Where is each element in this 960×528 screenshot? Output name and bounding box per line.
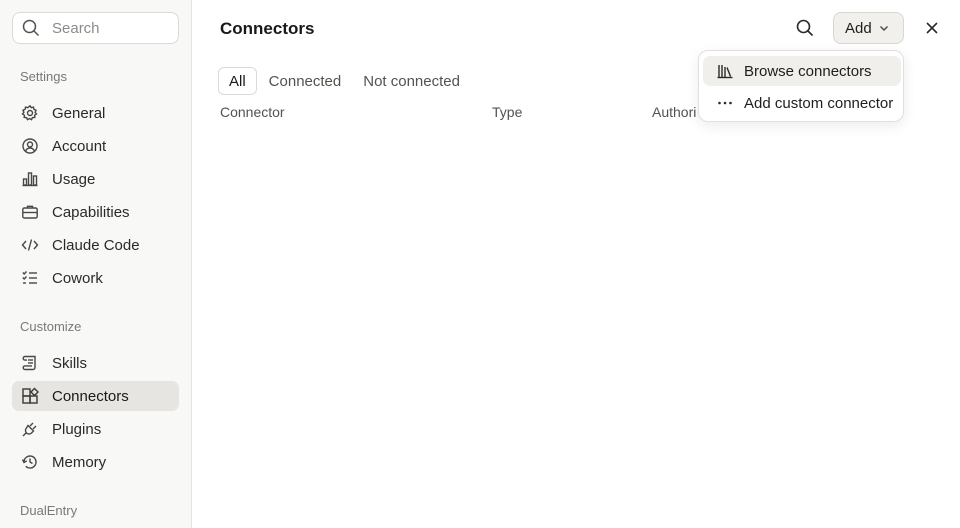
sidebar-item-label: Cowork (52, 269, 103, 287)
sidebar-item-connectors[interactable]: Connectors (12, 381, 179, 411)
connectors-icon (21, 387, 39, 405)
sidebar-item-label: Memory (52, 453, 107, 471)
section-label-customize: Customize (20, 319, 82, 334)
tab-connected[interactable]: Connected (259, 67, 352, 95)
page-title: Connectors (220, 19, 315, 38)
sidebar-item-usage[interactable]: Usage (12, 164, 179, 194)
sidebar-item-label: Account (52, 137, 107, 155)
search-box[interactable] (12, 12, 179, 44)
sidebar-item-general[interactable]: General (12, 98, 179, 128)
filter-tabs: All Connected Not connected (218, 67, 470, 95)
menu-item-browse-connectors[interactable]: Browse connectors (703, 56, 901, 86)
close-button[interactable] (917, 13, 947, 43)
gear-icon (21, 104, 39, 122)
search-icon (22, 19, 40, 37)
section-label-settings: Settings (20, 69, 67, 84)
search-button[interactable] (790, 13, 820, 43)
menu-item-label: Add custom connector (744, 94, 894, 112)
sidebar-item-cowork[interactable]: Cowork (12, 263, 179, 293)
search-input[interactable] (52, 19, 162, 37)
sidebar-item-claude-code[interactable]: Claude Code (12, 230, 179, 260)
scroll-icon (21, 354, 39, 372)
column-header-authorization: Authori (652, 104, 697, 120)
sidebar-item-label: Plugins (52, 420, 102, 438)
search-icon (796, 19, 814, 37)
more-horizontal-icon (718, 101, 732, 105)
tab-all[interactable]: All (218, 67, 257, 95)
code-icon (21, 236, 39, 254)
sidebar-item-label: Connectors (52, 387, 129, 405)
sidebar-item-label: Skills (52, 354, 88, 372)
sidebar-item-plugins[interactable]: Plugins (12, 414, 179, 444)
column-header-type: Type (492, 104, 523, 120)
bar-chart-icon (21, 170, 39, 188)
briefcase-icon (21, 203, 39, 221)
plug-icon (21, 420, 39, 438)
add-button-label: Add (845, 19, 872, 37)
section-label-dualentry: DualEntry (20, 503, 78, 518)
sidebar-item-label: Capabilities (52, 203, 130, 221)
user-circle-icon (21, 137, 39, 155)
sidebar-item-label: General (52, 104, 106, 122)
sidebar-item-memory[interactable]: Memory (12, 447, 179, 477)
chevron-down-icon (879, 26, 888, 31)
history-icon (21, 453, 39, 471)
add-button[interactable]: Add (833, 12, 904, 44)
menu-item-label: Browse connectors (744, 62, 872, 80)
sidebar-item-label: Claude Code (52, 236, 140, 254)
sidebar: Settings General Account Usage Capabilit… (0, 0, 192, 528)
menu-item-add-custom-connector[interactable]: Add custom connector (703, 88, 901, 118)
add-dropdown-menu: Browse connectors Add custom connector (698, 50, 904, 122)
checklist-icon (21, 269, 39, 287)
column-header-connector: Connector (220, 104, 285, 120)
sidebar-item-account[interactable]: Account (12, 131, 179, 161)
tab-not-connected[interactable]: Not connected (353, 67, 470, 95)
sidebar-item-label: Usage (52, 170, 96, 188)
close-icon (926, 22, 938, 34)
sidebar-item-skills[interactable]: Skills (12, 348, 179, 378)
sidebar-item-capabilities[interactable]: Capabilities (12, 197, 179, 227)
library-icon (717, 65, 733, 79)
